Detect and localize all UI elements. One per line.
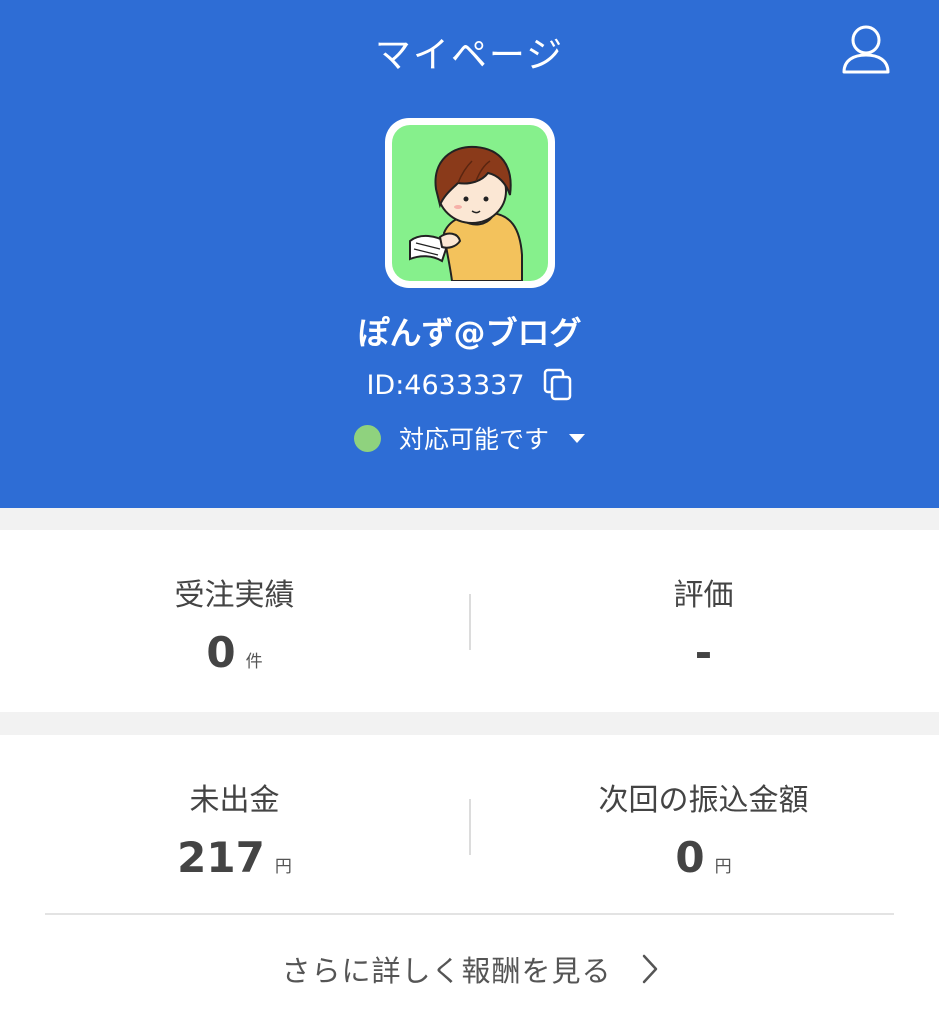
user-icon-graphic bbox=[842, 25, 890, 74]
view-earnings-details-link[interactable]: さらに詳しく報酬を見る bbox=[0, 948, 939, 990]
earnings-card: 未出金 217 円 次回の振込金額 0円 さらに詳しく報酬を見る bbox=[0, 735, 939, 1024]
orders-label: 受注実績 bbox=[174, 578, 295, 613]
rating-label: 評価 bbox=[673, 578, 734, 613]
availability-status-dropdown[interactable]: 対応可能です bbox=[0, 420, 939, 456]
next-transfer-label: 次回の振込金額 bbox=[598, 783, 809, 818]
avatar-illustration bbox=[392, 125, 548, 281]
status-indicator bbox=[353, 424, 381, 452]
avatar bbox=[385, 118, 555, 288]
details-link-label: さらに詳しく報酬を見る bbox=[281, 954, 612, 988]
page-title: マイページ bbox=[374, 35, 565, 76]
chevron-right-icon bbox=[642, 954, 658, 984]
profile-header: マイページ ぽんず@ブログ ID:4633337 対応可能です bbox=[0, 0, 939, 508]
next-transfer-unit: 円 bbox=[714, 857, 732, 877]
status-text: 対応可能です bbox=[398, 425, 549, 454]
next-transfer-value-line: 0円 bbox=[469, 833, 938, 882]
divider bbox=[45, 913, 894, 915]
orders-value: 0 bbox=[206, 628, 236, 677]
user-id: ID:4633337 bbox=[366, 369, 525, 401]
orders-stat: 受注実績 0件 bbox=[0, 570, 469, 677]
orders-unit: 件 bbox=[245, 652, 263, 672]
orders-value-line: 0件 bbox=[0, 628, 469, 677]
next-transfer-value: 0 bbox=[675, 833, 705, 882]
next-transfer-stat: 次回の振込金額 0円 bbox=[469, 775, 938, 882]
unpaid-label: 未出金 bbox=[189, 783, 280, 818]
copy-icon[interactable] bbox=[543, 368, 573, 402]
unpaid-value: 217 bbox=[177, 833, 265, 882]
unpaid-value-line: 217 円 bbox=[0, 833, 469, 882]
orders-rating-card: 受注実績 0件 評価 - bbox=[0, 530, 939, 712]
user-id-row: ID:4633337 bbox=[0, 368, 939, 402]
rating-value: - bbox=[694, 628, 713, 677]
caret-down-icon bbox=[569, 433, 585, 443]
rating-stat: 評価 - bbox=[469, 570, 938, 677]
user-icon[interactable] bbox=[838, 22, 894, 78]
unpaid-stat: 未出金 217 円 bbox=[0, 775, 469, 882]
unpaid-unit: 円 bbox=[274, 857, 292, 877]
user-name: ぽんず@ブログ bbox=[357, 314, 582, 352]
